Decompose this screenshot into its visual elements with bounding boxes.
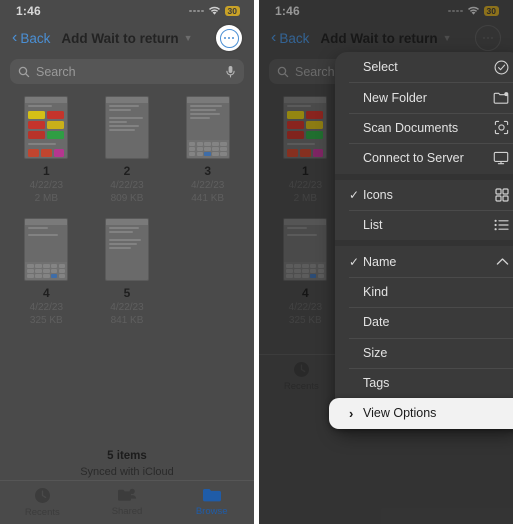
file-size: 809 KB: [110, 193, 144, 204]
signal-dots-icon: [189, 9, 204, 13]
file-thumbnail: [104, 96, 149, 159]
magnifier-icon: [18, 66, 30, 78]
file-size: 2 MB: [34, 193, 58, 204]
menu-item-label: Kind: [363, 284, 389, 299]
menu-item-view-options[interactable]: › View Options: [329, 398, 513, 429]
more-button-highlight-ring: [216, 25, 242, 51]
file-date: 4/22/23: [110, 302, 144, 313]
chevron-up-icon: [496, 257, 509, 266]
dual-screenshot-stage: 1:46 30 ‹ Back Add Wait to return ▼ Sear…: [0, 0, 513, 524]
folder-plus-icon: [493, 91, 509, 105]
file-name: 1: [42, 164, 50, 178]
tab-browse[interactable]: Browse: [169, 487, 254, 517]
document-scanner-icon: [494, 120, 509, 135]
tab-label: Browse: [195, 506, 228, 517]
file-thumbnail: [24, 96, 69, 159]
file-name: 2: [123, 164, 131, 178]
page-title-text: Add Wait to return: [61, 30, 179, 46]
menu-item-label: Size: [363, 345, 388, 360]
file-size: 325 KB: [29, 315, 63, 326]
file-size: 441 KB: [191, 193, 225, 204]
checkmark-circle-icon: [494, 60, 509, 75]
menu-item-select[interactable]: Select: [335, 52, 513, 82]
menu-item-icons[interactable]: ✓ Icons: [335, 180, 513, 210]
file-thumbnail: [24, 218, 69, 281]
file-thumbnail: [104, 218, 149, 281]
tab-label: Shared: [111, 506, 143, 517]
chevron-right-icon: ›: [349, 405, 354, 421]
grid-icon: [495, 188, 509, 202]
shared-folder-icon: [117, 487, 137, 503]
right-screen: 1:46 30 ‹ Back Add Wait to return ▼ Sear…: [259, 0, 513, 524]
file-cell[interactable]: 3 4/22/23 441 KB: [167, 96, 248, 204]
menu-item-label: Tags: [363, 376, 390, 391]
status-indicators: 30: [189, 5, 240, 17]
menu-item-new-folder[interactable]: New Folder: [335, 82, 513, 112]
microphone-icon[interactable]: [225, 65, 236, 78]
left-screen: 1:46 30 ‹ Back Add Wait to return ▼ Sear…: [0, 0, 254, 524]
item-count: 5 items: [107, 450, 147, 462]
menu-item-list[interactable]: List: [335, 209, 513, 240]
search-input[interactable]: Search: [10, 59, 244, 84]
grid-footer: 5 items Synced with iCloud: [0, 450, 254, 478]
menu-check: ✓: [349, 187, 360, 202]
menu-item-label: View Options: [363, 406, 437, 421]
menu-item-size[interactable]: Size: [335, 337, 513, 368]
wifi-icon: [208, 6, 221, 16]
file-cell[interactable]: 1 4/22/23 2 MB: [6, 96, 87, 204]
file-thumbnail: [185, 96, 230, 159]
tab-shared[interactable]: Shared: [85, 487, 170, 517]
file-size: 841 KB: [110, 315, 144, 326]
menu-item-label: Select: [363, 60, 398, 75]
file-date: 4/22/23: [190, 180, 225, 191]
file-grid: 1 4/22/23 2 MB 2 4/22/23 809 KB: [0, 84, 254, 326]
file-date: 4/22/23: [29, 180, 64, 191]
menu-item-label: Connect to Server: [363, 151, 464, 166]
menu-item-kind[interactable]: Kind: [335, 276, 513, 307]
menu-item-tags[interactable]: Tags: [335, 367, 513, 398]
file-cell[interactable]: 4 4/22/23 325 KB: [6, 218, 87, 326]
menu-item-name[interactable]: ✓ Name: [335, 246, 513, 276]
list-icon: [494, 219, 509, 231]
file-name: 5: [123, 286, 131, 300]
tab-label: Recents: [24, 507, 60, 518]
menu-item-date[interactable]: Date: [335, 307, 513, 337]
ellipsis-circle-icon[interactable]: [219, 28, 239, 48]
file-name: 4: [42, 286, 50, 300]
sync-status: Synced with iCloud: [80, 466, 174, 478]
tab-recents[interactable]: Recents: [0, 487, 85, 518]
display-icon: [493, 151, 509, 165]
file-cell[interactable]: 2 4/22/23 809 KB: [87, 96, 168, 204]
nav-bar: ‹ Back Add Wait to return ▼: [0, 22, 254, 54]
file-date: 4/22/23: [29, 302, 64, 313]
menu-item-label: Scan Documents: [363, 120, 459, 135]
status-bar: 1:46 30: [0, 0, 254, 22]
search-placeholder: Search: [36, 64, 76, 79]
context-menu: Select New Folder Scan Documents Connect…: [329, 52, 513, 429]
menu-item-label: Icons: [363, 187, 393, 202]
menu-check: ✓: [349, 254, 360, 269]
menu-item-scan-documents[interactable]: Scan Documents: [335, 112, 513, 143]
more-button-wrapper[interactable]: [216, 25, 242, 51]
file-cell[interactable]: 5 4/22/23 841 KB: [87, 218, 168, 326]
file-date: 4/22/23: [110, 180, 144, 191]
menu-item-label: Date: [363, 315, 390, 330]
status-clock: 1:46: [16, 4, 41, 18]
menu-item-connect-to-server[interactable]: Connect to Server: [335, 143, 513, 173]
clock-icon: [34, 487, 51, 504]
file-name: 3: [204, 164, 211, 178]
back-label: Back: [20, 30, 51, 46]
menu-item-label: Name: [363, 254, 397, 269]
menu-item-label: List: [363, 218, 383, 233]
chevron-down-icon: ▼: [183, 33, 193, 43]
tab-bar: Recents Shared Browse: [0, 480, 254, 524]
back-button[interactable]: ‹ Back: [12, 28, 51, 46]
chevron-left-icon: ‹: [12, 28, 18, 46]
folder-icon: [202, 487, 222, 503]
battery-indicator: 30: [224, 5, 240, 17]
menu-item-label: New Folder: [363, 90, 427, 105]
